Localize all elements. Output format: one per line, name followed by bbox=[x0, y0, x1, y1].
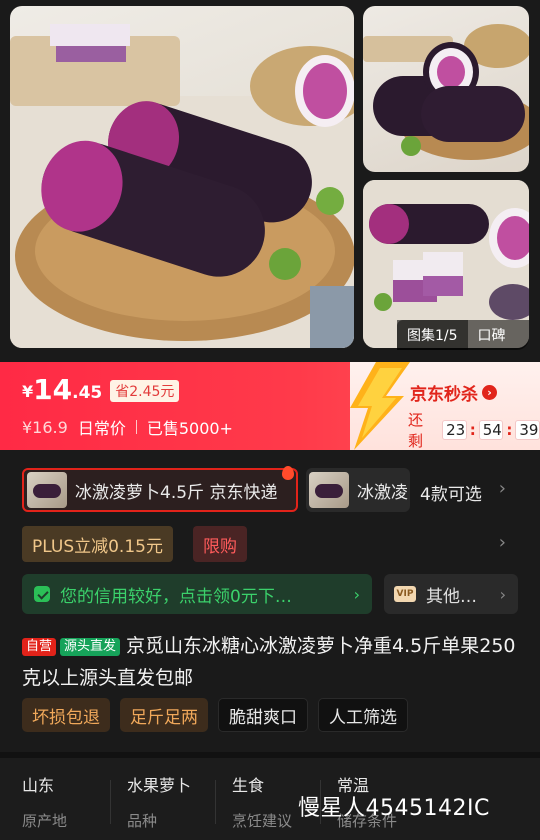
watermark: 慢星人4545142IC bbox=[298, 796, 490, 821]
promo-row[interactable]: PLUS立减0.15元 限购 › bbox=[0, 526, 540, 566]
feature-tag: 坏损包退 bbox=[22, 698, 110, 732]
variant-option[interactable]: 冰激凌 bbox=[306, 468, 410, 512]
flash-sale-label: 京东秒杀 bbox=[410, 385, 478, 405]
review-tab[interactable]: 口碑 bbox=[468, 325, 516, 345]
variant-count[interactable]: 4款可选 bbox=[420, 480, 482, 505]
feature-tags: 坏损包退 足斤足两 脆甜爽口 人工筛选 bbox=[22, 698, 408, 732]
plus-discount-tag[interactable]: PLUS立减0.15元 bbox=[22, 526, 173, 562]
radish-main-illustration bbox=[10, 24, 354, 348]
feature-tag: 脆甜爽口 bbox=[218, 698, 308, 732]
chevron-right-icon[interactable]: › bbox=[499, 532, 506, 553]
other-offer-text: 其他… bbox=[426, 586, 477, 607]
chevron-right-icon: › bbox=[499, 584, 506, 604]
credit-row: 您的信用较好，点击领0元下… › VIP 其他… › bbox=[0, 574, 540, 616]
chevron-right-icon: › bbox=[353, 584, 360, 604]
hot-flame-icon bbox=[282, 466, 294, 480]
other-offer-card[interactable]: VIP 其他… › bbox=[384, 574, 518, 614]
countdown-timer: 还剩 23 : 54 : 39 bbox=[408, 411, 540, 450]
purchase-limit-tag: 限购 bbox=[193, 526, 247, 562]
product-gallery[interactable]: 图集1/5 口碑 bbox=[0, 0, 540, 362]
credit-offer-card[interactable]: 您的信用较好，点击领0元下… › bbox=[22, 574, 372, 614]
chevron-right-icon: › bbox=[482, 385, 497, 400]
sold-count: 已售5000+ bbox=[146, 419, 233, 438]
direct-ship-badge: 源头直发 bbox=[60, 638, 121, 656]
price-subline: ¥16.9 日常价 已售5000+ bbox=[22, 415, 233, 439]
chevron-right-icon[interactable]: › bbox=[499, 478, 506, 499]
gallery-counter[interactable]: 图集1/5 bbox=[397, 320, 468, 350]
main-product-image[interactable] bbox=[10, 6, 354, 348]
original-price: ¥16.9 bbox=[22, 417, 68, 437]
currency-symbol: ¥ bbox=[22, 382, 34, 401]
gallery-badge[interactable]: 图集1/5 口碑 bbox=[397, 320, 529, 350]
countdown-label: 还剩 bbox=[408, 411, 424, 450]
product-title: 自营 源头直发 京觅山东冰糖心冰激凌萝卜净重4.5斤单果250克以上源头直发包邮 bbox=[22, 630, 522, 694]
divider bbox=[135, 420, 137, 434]
countdown-seconds: 39 bbox=[515, 420, 540, 440]
current-price: ¥ 14 .45 省2.45元 bbox=[22, 373, 180, 406]
credit-offer-text: 您的信用较好，点击领0元下… bbox=[60, 586, 292, 607]
price-integer: 14 bbox=[33, 373, 73, 406]
radish-thumb-illustration bbox=[363, 24, 529, 160]
variant-selector[interactable]: 冰激凌萝卜4.5斤 京东快递 冰激凌 4款可选 › bbox=[0, 458, 540, 522]
variant-option-selected[interactable]: 冰激凌萝卜4.5斤 京东快递 bbox=[22, 466, 298, 512]
countdown-hours: 23 bbox=[442, 420, 467, 440]
thumbnail-image-1[interactable] bbox=[363, 6, 529, 172]
flash-sale-title[interactable]: 京东秒杀 › bbox=[410, 380, 497, 405]
lightning-icon bbox=[350, 362, 410, 450]
feature-tag: 人工筛选 bbox=[318, 698, 408, 732]
variant-thumbnail bbox=[309, 472, 349, 508]
vip-icon: VIP bbox=[394, 586, 416, 602]
feature-tag: 足斤足两 bbox=[120, 698, 208, 732]
original-price-label: 日常价 bbox=[77, 419, 126, 438]
shield-check-icon bbox=[34, 586, 50, 602]
saving-badge: 省2.45元 bbox=[110, 380, 180, 402]
variant-label: 冰激凌萝卜4.5斤 京东快递 bbox=[75, 482, 278, 503]
price-decimal: .45 bbox=[72, 383, 103, 403]
countdown-minutes: 54 bbox=[478, 420, 504, 440]
variant-label: 冰激凌 bbox=[357, 482, 408, 503]
self-operated-badge: 自营 bbox=[22, 638, 57, 656]
variant-thumbnail bbox=[27, 472, 67, 508]
